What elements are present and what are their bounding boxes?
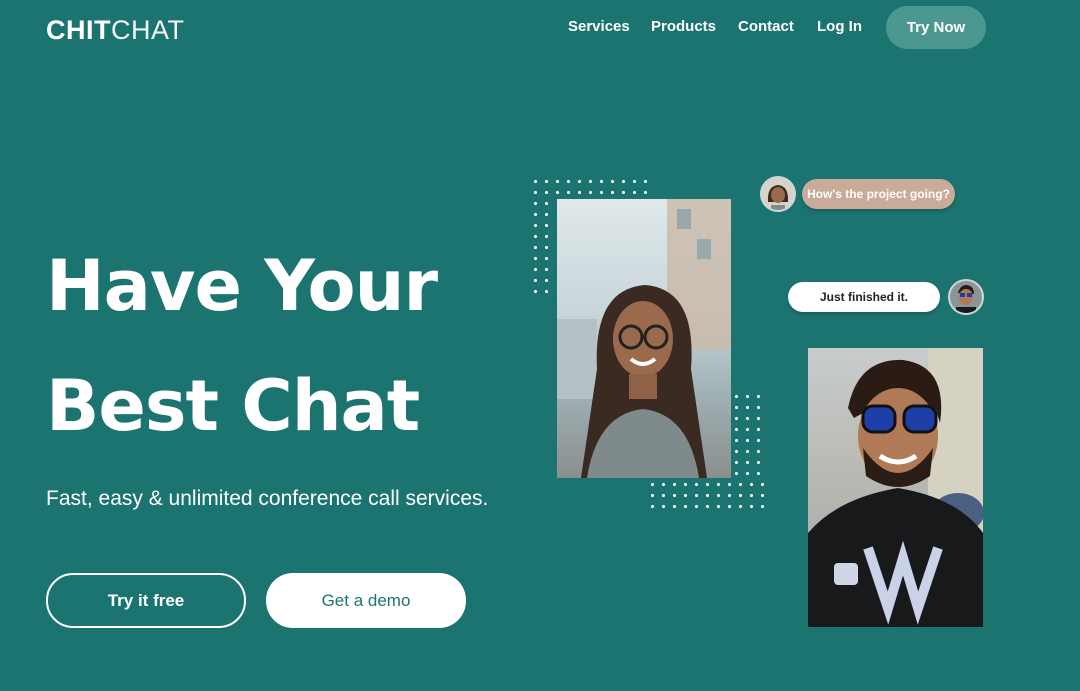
dot-pattern-top bbox=[530, 176, 651, 198]
hero-subtitle: Fast, easy & unlimited conference call s… bbox=[46, 487, 489, 510]
try-it-free-button[interactable]: Try it free bbox=[46, 573, 246, 628]
nav-link-products[interactable]: Products bbox=[651, 18, 716, 35]
nav-link-services[interactable]: Services bbox=[568, 18, 630, 35]
avatar-man bbox=[948, 279, 984, 315]
dot-pattern-left bbox=[530, 198, 552, 297]
hero-headline-line-2: Best Chat bbox=[46, 365, 420, 447]
avatar-woman bbox=[760, 176, 796, 212]
chat-bubble-reply: Just finished it. bbox=[788, 282, 940, 312]
woman-video-photo bbox=[557, 199, 731, 478]
get-a-demo-button[interactable]: Get a demo bbox=[266, 573, 466, 628]
nav-link-login[interactable]: Log In bbox=[817, 18, 862, 35]
chat-bubble-question: How's the project going? bbox=[802, 179, 955, 209]
top-navigation: Services Products Contact Log In Try Now bbox=[0, 0, 1080, 56]
dot-pattern-bottom bbox=[647, 479, 764, 512]
man-video-photo bbox=[808, 348, 983, 627]
nav-link-contact[interactable]: Contact bbox=[738, 18, 794, 35]
hero-headline-line-1: Have Your bbox=[46, 245, 438, 327]
try-now-button[interactable]: Try Now bbox=[886, 6, 986, 49]
dot-pattern-right bbox=[731, 391, 764, 479]
